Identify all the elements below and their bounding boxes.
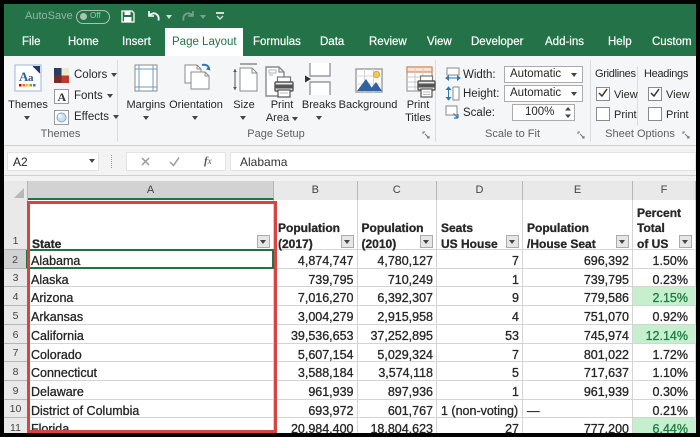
svg-text:a: a — [28, 72, 34, 84]
svg-text:A: A — [58, 90, 67, 104]
